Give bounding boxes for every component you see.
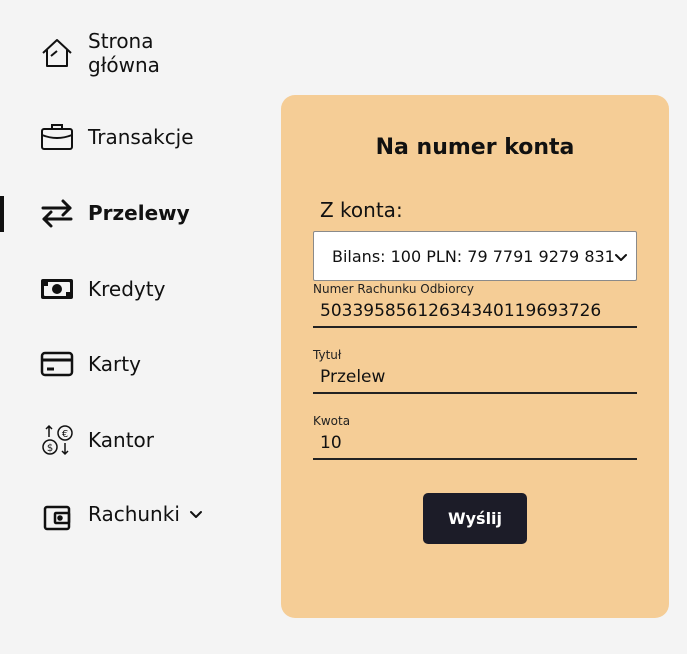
- sidebar-item-home[interactable]: Strona główna: [40, 29, 160, 77]
- title-label: Tytuł: [313, 348, 342, 362]
- recipient-account-label: Numer Rachunku Odbiorcy: [313, 282, 474, 296]
- from-account-select[interactable]: Bilans: 100 PLN: 79 7791 9279 831: [313, 231, 637, 281]
- active-nav-indicator: [0, 196, 4, 232]
- sidebar-item-label: Strona główna: [88, 29, 160, 77]
- amount-field: Kwota: [313, 414, 637, 460]
- wallet-icon: [40, 500, 74, 534]
- transfer-form-card: Na numer konta Z konta: Bilans: 100 PLN:…: [281, 95, 669, 618]
- from-account-label: Z konta:: [320, 198, 403, 222]
- sidebar-item-exchange[interactable]: € $ Kantor: [40, 423, 154, 457]
- sidebar-item-transfers[interactable]: Przelewy: [40, 196, 190, 230]
- home-icon: [40, 36, 74, 70]
- chevron-down-icon[interactable]: [188, 506, 204, 522]
- sidebar-item-loans[interactable]: Kredyty: [40, 272, 165, 306]
- sidebar-item-transactions[interactable]: Transakcje: [40, 120, 194, 154]
- form-title: Na numer konta: [375, 135, 575, 160]
- sidebar-item-label: Karty: [88, 352, 141, 376]
- svg-text:€: €: [62, 429, 68, 440]
- sidebar-item-accounts[interactable]: Rachunki: [40, 494, 204, 534]
- send-button[interactable]: Wyślij: [423, 493, 527, 544]
- svg-text:$: $: [47, 443, 53, 454]
- sidebar-item-label: Przelewy: [88, 201, 190, 225]
- sidebar-item-label: Kantor: [88, 428, 154, 452]
- credit-card-icon: [40, 347, 74, 381]
- recipient-account-field: Numer Rachunku Odbiorcy: [313, 282, 637, 328]
- sidebar-item-cards[interactable]: Karty: [40, 347, 141, 381]
- transfer-arrows-icon: [40, 196, 74, 230]
- title-field: Tytuł: [313, 348, 637, 394]
- currency-exchange-icon: € $: [40, 423, 74, 457]
- sidebar-item-label: Kredyty: [88, 277, 166, 301]
- chevron-down-icon: [614, 249, 628, 268]
- recipient-account-input[interactable]: [313, 296, 637, 326]
- title-input[interactable]: [313, 362, 637, 392]
- sidebar-item-label: Rachunki: [88, 502, 180, 526]
- sidebar-item-label: Transakcje: [88, 125, 194, 149]
- amount-label: Kwota: [313, 414, 351, 428]
- banknote-icon: [40, 272, 74, 306]
- from-account-selected-value: Bilans: 100 PLN: 79 7791 9279 831: [332, 246, 615, 266]
- amount-input[interactable]: [313, 428, 637, 458]
- briefcase-icon: [40, 120, 74, 154]
